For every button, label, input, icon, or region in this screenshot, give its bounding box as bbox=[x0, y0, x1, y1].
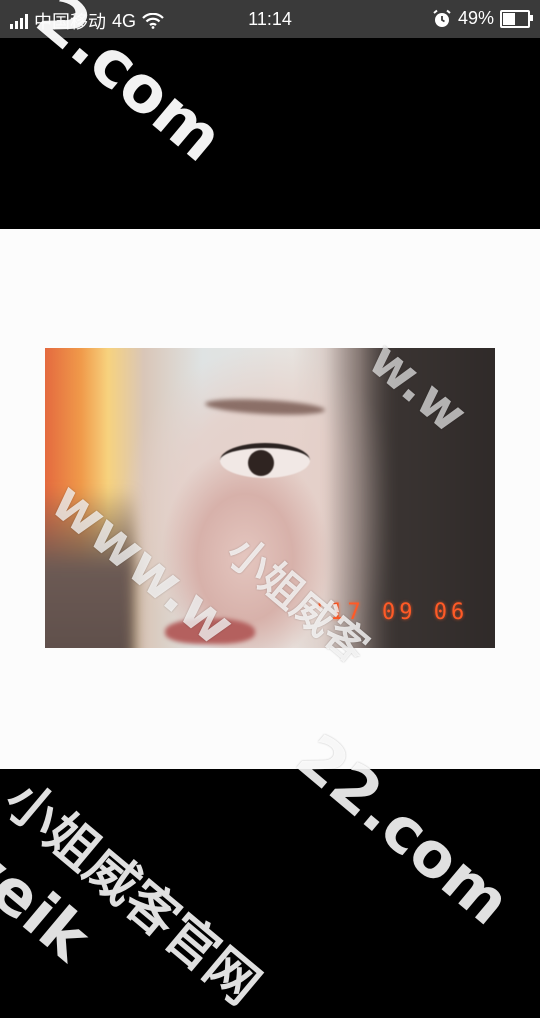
alarm-icon bbox=[433, 9, 451, 27]
battery-icon bbox=[500, 9, 533, 28]
status-right: 49% bbox=[432, 8, 533, 29]
photo-eye bbox=[220, 443, 310, 478]
battery-percent: 49% bbox=[457, 8, 494, 28]
battery-fill bbox=[503, 12, 515, 25]
